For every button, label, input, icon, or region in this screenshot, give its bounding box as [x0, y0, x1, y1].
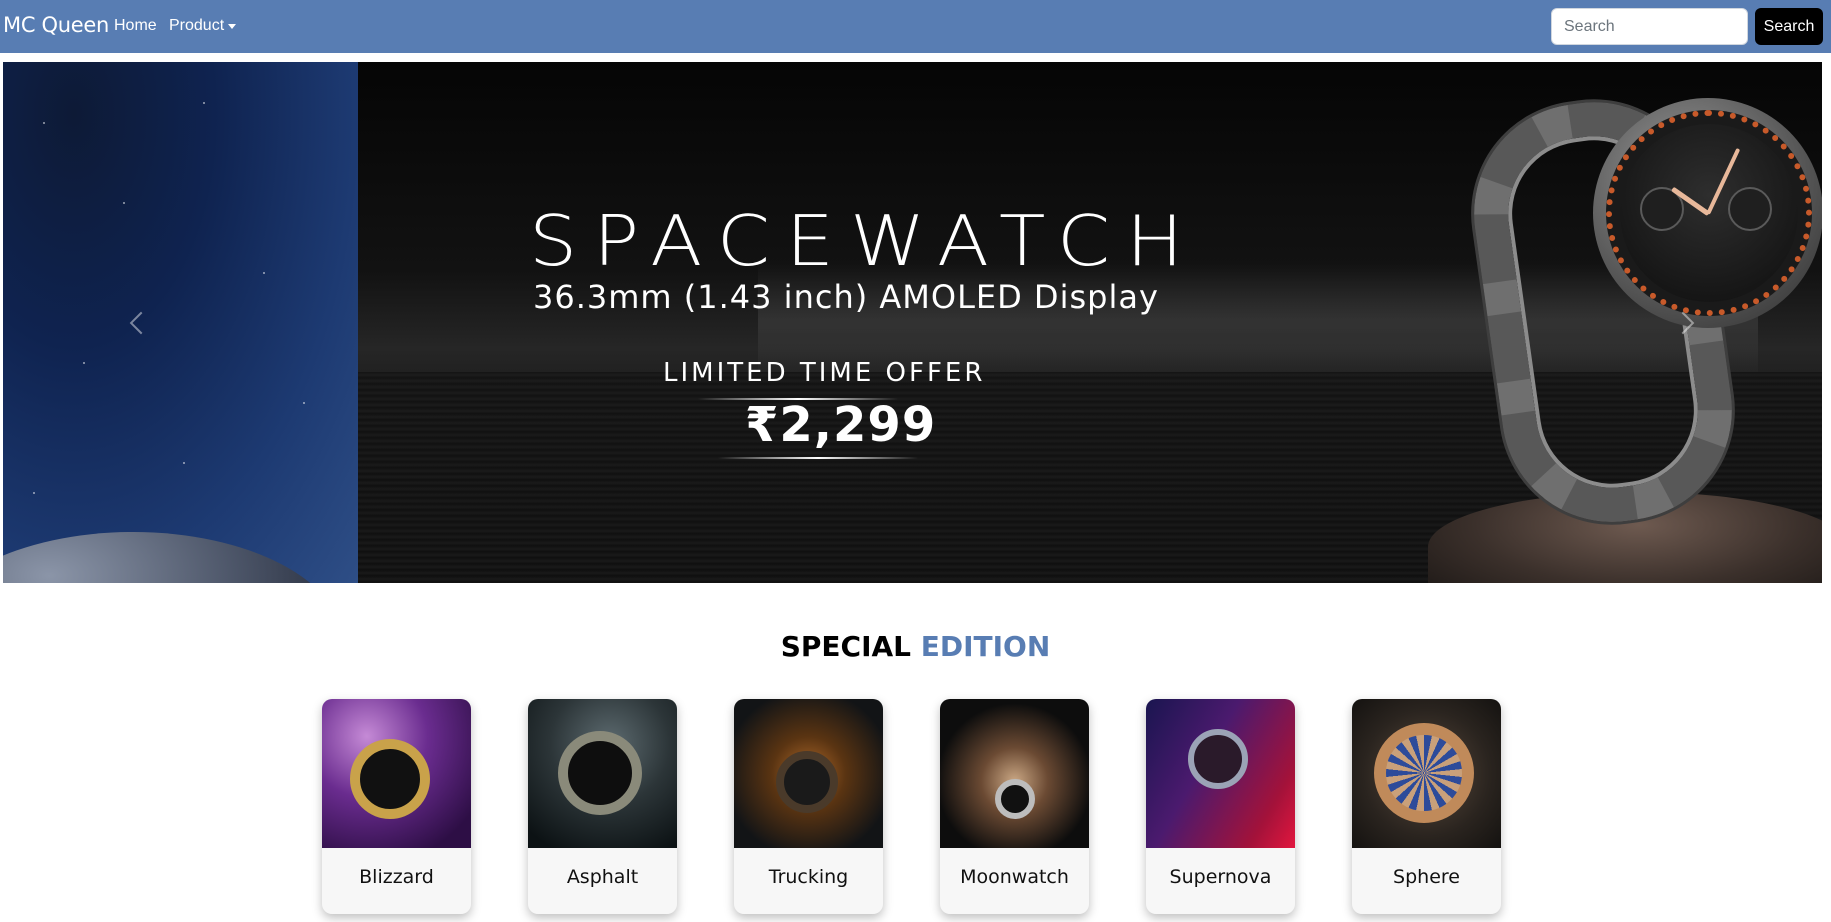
- special-edition-title: SPECIAL EDITION: [780, 630, 1051, 663]
- hero-price: ₹2,299: [745, 397, 937, 453]
- nav-home-link[interactable]: Home: [114, 17, 157, 35]
- hero-subline: 36.3mm (1.43 inch) AMOLED Display: [533, 278, 1159, 316]
- product-image-moonwatch: [940, 699, 1089, 848]
- carousel-next-button[interactable]: [1623, 62, 1743, 583]
- search-button[interactable]: Search: [1755, 8, 1823, 45]
- caret-down-icon: [228, 23, 237, 29]
- product-label: Moonwatch: [960, 866, 1069, 888]
- product-label: Sphere: [1393, 866, 1460, 888]
- chevron-left-icon: [129, 311, 153, 334]
- top-navbar: MC Queen Home Product Search: [0, 0, 1831, 53]
- product-image-trucking: [734, 699, 883, 848]
- nav-product-label: Product: [169, 17, 225, 34]
- nav-product-dropdown[interactable]: Product: [169, 17, 237, 35]
- product-image-asphalt: [528, 699, 677, 848]
- product-card-moonwatch[interactable]: Moonwatch: [940, 699, 1089, 914]
- product-card-blizzard[interactable]: Blizzard: [322, 699, 471, 914]
- product-card-asphalt[interactable]: Asphalt: [528, 699, 677, 914]
- product-label: Asphalt: [566, 866, 639, 888]
- hero-headline: SPACEWATCH: [529, 199, 1200, 282]
- search-input[interactable]: [1551, 8, 1748, 45]
- product-image-sphere: [1352, 699, 1501, 848]
- special-edition-cards: Blizzard Asphalt Trucking Moonwatch Supe…: [322, 699, 1502, 914]
- product-label: Supernova: [1169, 866, 1272, 888]
- product-label: Trucking: [768, 866, 849, 888]
- product-card-sphere[interactable]: Sphere: [1352, 699, 1501, 914]
- product-label: Blizzard: [359, 866, 434, 888]
- brand-logo[interactable]: MC Queen: [3, 13, 109, 37]
- hero-offer-text: LIMITED TIME OFFER: [663, 358, 986, 388]
- carousel-prev-button[interactable]: [81, 62, 201, 583]
- hero-carousel: SPACEWATCH 36.3mm (1.43 inch) AMOLED Dis…: [3, 62, 1822, 583]
- product-card-supernova[interactable]: Supernova: [1146, 699, 1295, 914]
- product-card-trucking[interactable]: Trucking: [734, 699, 883, 914]
- product-image-blizzard: [322, 699, 471, 848]
- hero-slide: SPACEWATCH 36.3mm (1.43 inch) AMOLED Dis…: [358, 62, 1822, 583]
- chevron-right-icon: [1671, 311, 1695, 334]
- glow-divider-bottom: [718, 457, 918, 459]
- product-image-supernova: [1146, 699, 1295, 848]
